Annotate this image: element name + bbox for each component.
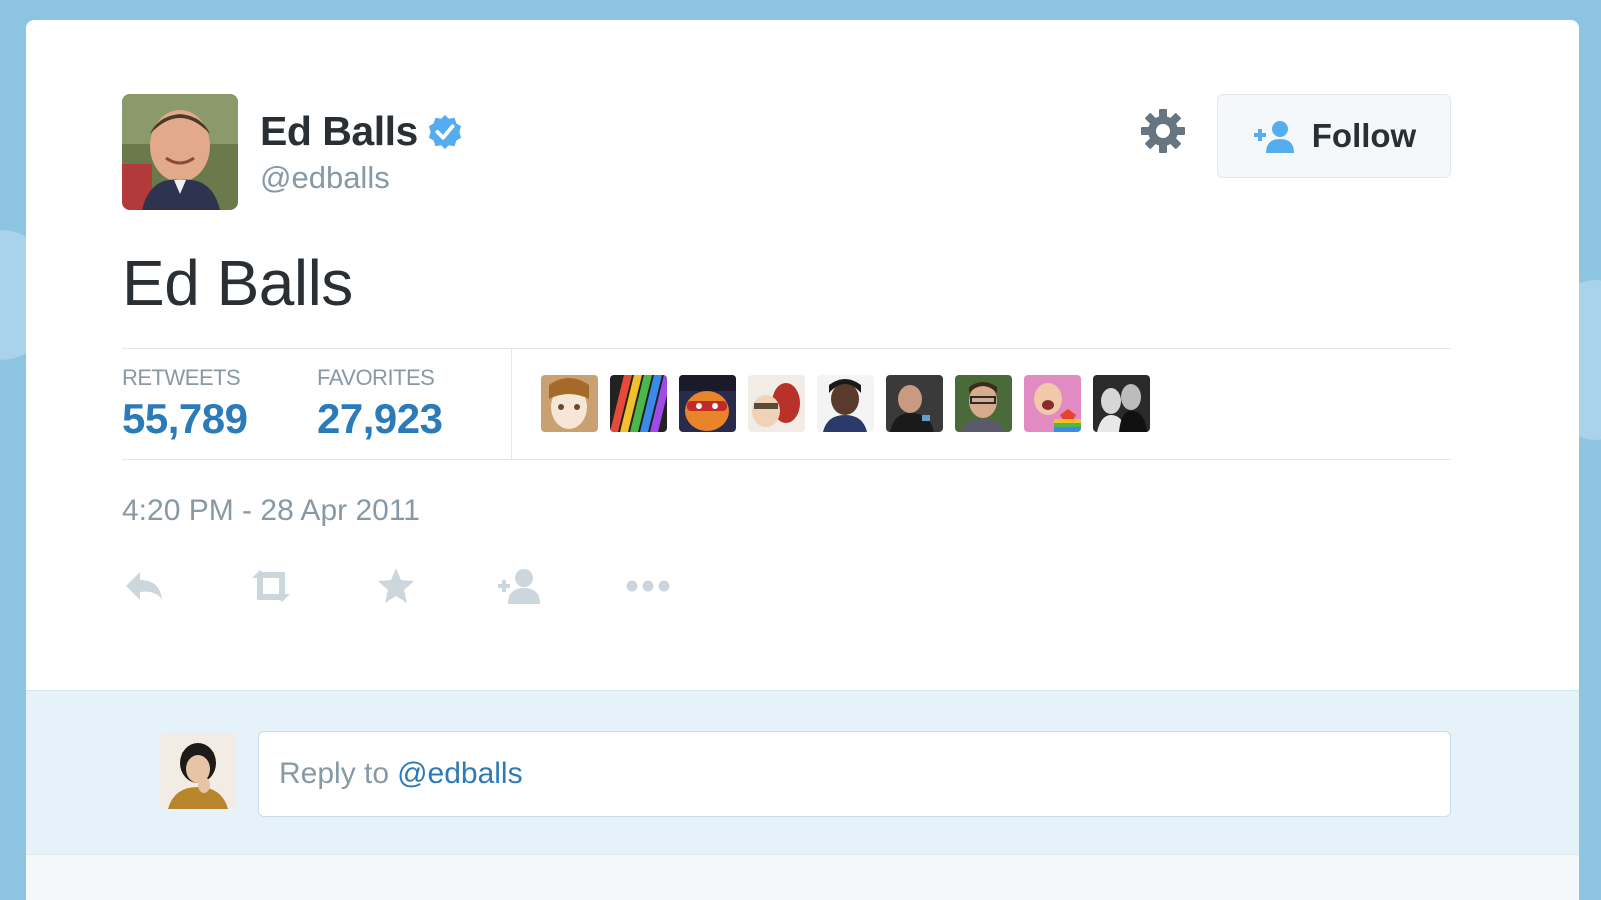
add-user-icon bbox=[1253, 121, 1294, 153]
reply-input[interactable]: Reply to @edballs bbox=[258, 731, 1451, 817]
reply-placeholder-mention: @edballs bbox=[397, 757, 523, 790]
favorites-label: FAVORITES bbox=[317, 365, 435, 390]
favorites-count: 27,923 bbox=[317, 395, 443, 442]
favoriter-avatar[interactable] bbox=[610, 375, 667, 432]
stats-divider bbox=[511, 349, 512, 460]
tweet-card: Ed Balls @edballs Follow Ed Balls RETWEE… bbox=[26, 20, 1579, 900]
card-footer bbox=[26, 854, 1579, 900]
favoriter-avatar[interactable] bbox=[1024, 375, 1081, 432]
verified-badge-icon bbox=[428, 114, 461, 149]
reply-area: Reply to @edballs bbox=[26, 690, 1579, 854]
retweet-icon[interactable] bbox=[246, 566, 296, 606]
current-user-avatar[interactable] bbox=[160, 733, 236, 809]
reply-icon[interactable] bbox=[122, 566, 166, 606]
follow-button[interactable]: Follow bbox=[1217, 94, 1451, 178]
author-handle[interactable]: @edballs bbox=[260, 160, 390, 196]
tweet-stats: RETWEETS 55,789 FAVORITES 27,923 bbox=[122, 348, 1451, 460]
favorite-star-icon[interactable] bbox=[376, 566, 416, 606]
author-name-row: Ed Balls bbox=[260, 108, 464, 155]
favoriter-avatars bbox=[541, 375, 1150, 432]
favoriter-avatar[interactable] bbox=[886, 375, 943, 432]
favoriter-avatar[interactable] bbox=[541, 375, 598, 432]
retweets-count: 55,789 bbox=[122, 395, 248, 442]
favoriter-avatar[interactable] bbox=[817, 375, 874, 432]
follow-label: Follow bbox=[1311, 117, 1417, 154]
retweets-label: RETWEETS bbox=[122, 365, 241, 390]
tweet-timestamp[interactable]: 4:20 PM - 28 Apr 2011 bbox=[122, 494, 420, 528]
more-icon[interactable] bbox=[624, 566, 672, 606]
retweets-stat[interactable]: RETWEETS 55,789 bbox=[122, 365, 248, 443]
reply-placeholder-prefix: Reply to bbox=[279, 757, 390, 790]
favoriter-avatar[interactable] bbox=[955, 375, 1012, 432]
favoriter-avatar[interactable] bbox=[1093, 375, 1150, 432]
tweet-actions bbox=[122, 566, 752, 606]
author-avatar[interactable] bbox=[122, 94, 238, 210]
favorites-stat[interactable]: FAVORITES 27,923 bbox=[317, 365, 443, 443]
favoriter-avatar[interactable] bbox=[748, 375, 805, 432]
gear-icon[interactable] bbox=[1139, 107, 1187, 155]
tweet-text: Ed Balls bbox=[122, 247, 353, 319]
add-user-icon[interactable] bbox=[496, 566, 544, 606]
favoriter-avatar[interactable] bbox=[679, 375, 736, 432]
author-name[interactable]: Ed Balls bbox=[260, 108, 418, 155]
